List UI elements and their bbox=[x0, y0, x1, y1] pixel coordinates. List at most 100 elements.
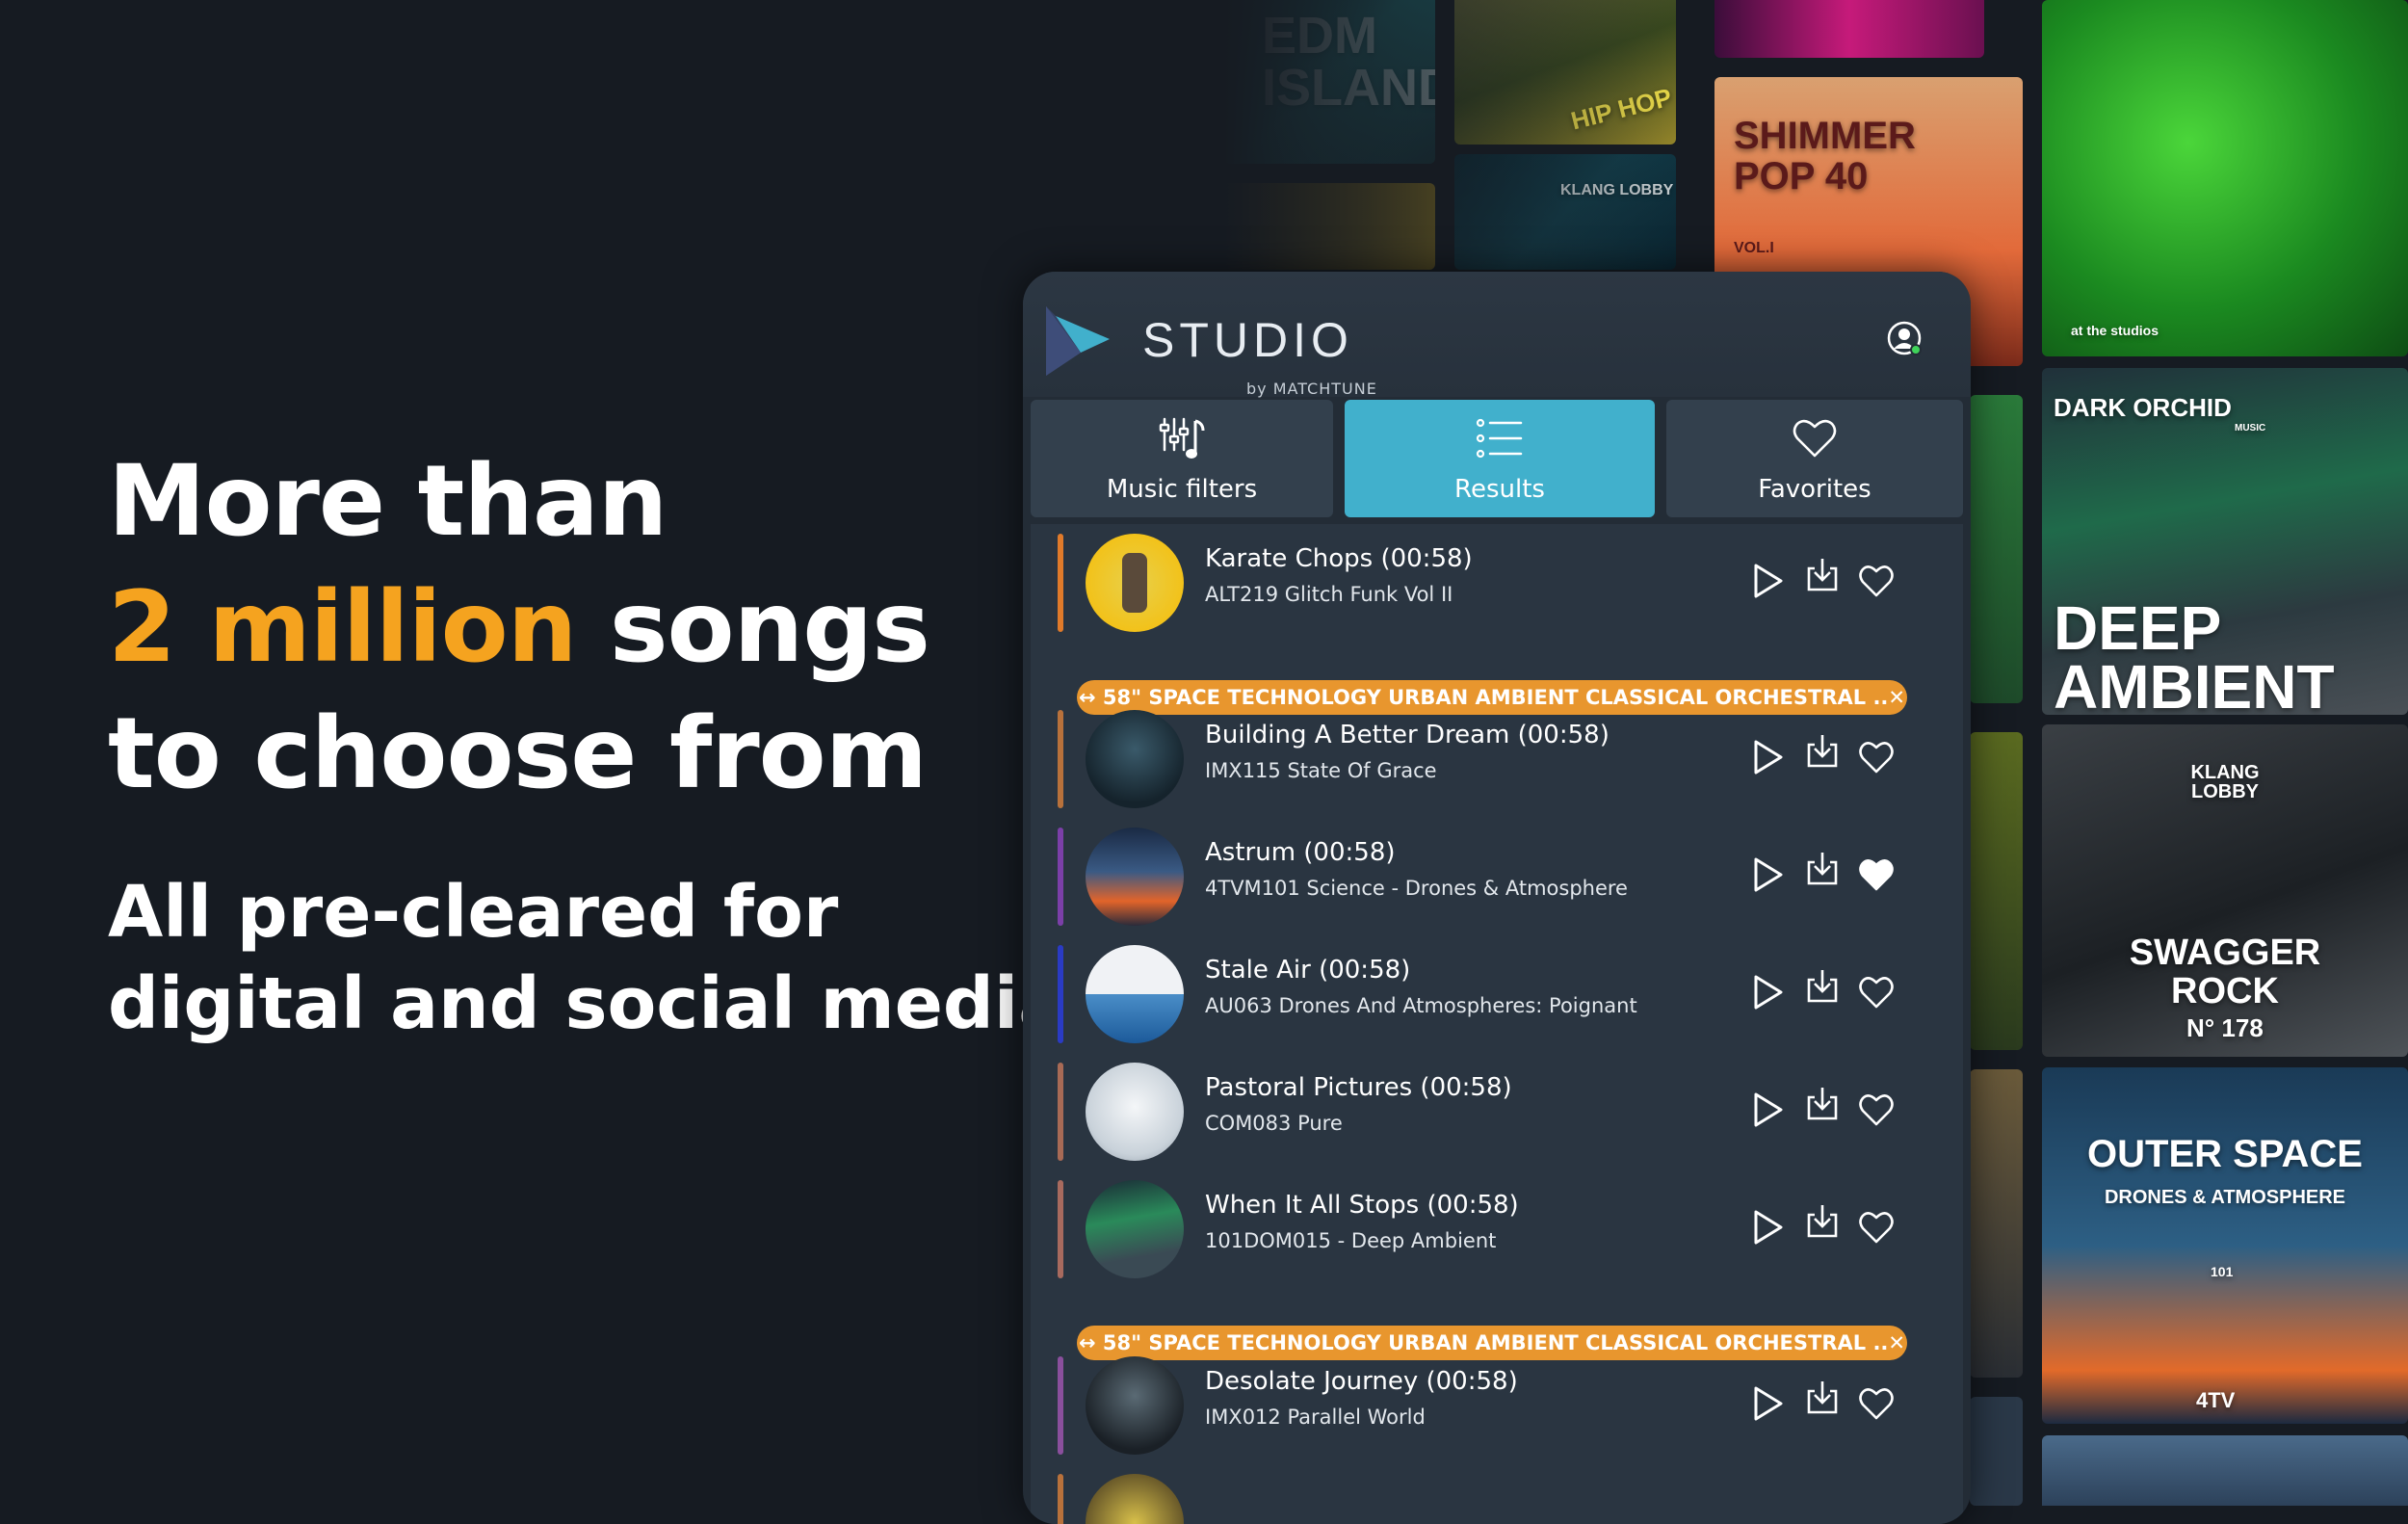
album-tile-yellow bbox=[1223, 183, 1435, 270]
subheadline-line-1: All pre-cleared for bbox=[108, 871, 839, 954]
album-tile-strip-1 bbox=[1970, 395, 2023, 703]
track-row[interactable]: Astrum (00:58) 4TVM101 Science - Drones … bbox=[1031, 818, 1963, 926]
track-title: Building A Better Dream (00:58) bbox=[1205, 721, 1610, 749]
track-album: 101DOM015 - Deep Ambient bbox=[1205, 1229, 1497, 1252]
track-color-bar bbox=[1058, 828, 1063, 926]
studio-logo[interactable]: STUDIO by MATCHTUNE bbox=[1042, 295, 1948, 398]
tab-favorites[interactable]: Favorites bbox=[1666, 400, 1963, 517]
favorite-heart-icon[interactable] bbox=[1857, 1384, 1896, 1423]
subheadline-line-2: digital and social media bbox=[108, 962, 1067, 1045]
track-album: ALT219 Glitch Funk Vol II bbox=[1205, 583, 1453, 606]
list-icon bbox=[1476, 418, 1523, 459]
tile-label: VOL.I bbox=[1734, 240, 1774, 256]
album-tile-edm: EDM Island bbox=[1223, 0, 1435, 164]
download-icon[interactable] bbox=[1803, 966, 1842, 1005]
favorite-heart-icon[interactable] bbox=[1857, 1208, 1896, 1247]
studio-app-panel: STUDIO by MATCHTUNE Music filters Result… bbox=[1023, 272, 1971, 1524]
heart-icon bbox=[1793, 419, 1837, 458]
album-tile-strip-3 bbox=[1970, 1069, 2023, 1378]
headline-highlight: 2 million bbox=[108, 570, 577, 685]
track-color-bar bbox=[1058, 534, 1063, 632]
track-title: When It All Stops (00:58) bbox=[1205, 1191, 1519, 1220]
play-icon[interactable] bbox=[1748, 855, 1787, 894]
track-color-bar bbox=[1058, 1474, 1063, 1524]
album-cover bbox=[1086, 534, 1184, 632]
album-tile-strip-4 bbox=[1970, 1397, 2023, 1506]
album-tile-pink bbox=[1714, 0, 1984, 58]
tile-label: DEEP AMBIENT bbox=[2054, 593, 2335, 715]
headline: More than 2 million songs to choose from bbox=[108, 438, 1071, 817]
favorite-heart-icon[interactable] bbox=[1857, 562, 1896, 600]
album-cover bbox=[1086, 1356, 1184, 1455]
track-color-bar bbox=[1058, 1356, 1063, 1455]
tab-label: Results bbox=[1454, 475, 1545, 504]
track-album: IMX012 Parallel World bbox=[1205, 1406, 1426, 1429]
album-tile-swagger: KLANG LOBBY SWAGGER ROCK N° 178 bbox=[2042, 724, 2408, 1057]
download-icon[interactable] bbox=[1803, 731, 1842, 770]
download-icon[interactable] bbox=[1803, 849, 1842, 887]
track-row[interactable]: Desolate Journey (00:58) IMX012 Parallel… bbox=[1031, 1347, 1963, 1455]
favorite-heart-icon[interactable] bbox=[1857, 1090, 1896, 1129]
track-color-bar bbox=[1058, 945, 1063, 1043]
favorite-heart-icon[interactable] bbox=[1857, 738, 1896, 776]
download-icon[interactable] bbox=[1803, 555, 1842, 593]
album-cover bbox=[1086, 945, 1184, 1043]
tile-label: MUSIC bbox=[2235, 423, 2266, 434]
track-color-bar bbox=[1058, 1180, 1063, 1278]
tile-label: SWAGGER ROCK bbox=[2129, 933, 2321, 1012]
main-tabs: Music filters Results Favorites bbox=[1031, 400, 1963, 520]
hero-copy: More than 2 million songs to choose from… bbox=[108, 438, 1071, 1050]
track-color-bar bbox=[1058, 1063, 1063, 1161]
favorite-heart-icon[interactable] bbox=[1857, 973, 1896, 1012]
track-row[interactable]: Karate Chops (00:58) ALT219 Glitch Funk … bbox=[1031, 524, 1963, 632]
tab-music-filters[interactable]: Music filters bbox=[1031, 400, 1333, 517]
album-cover bbox=[1086, 710, 1184, 808]
album-cover bbox=[1086, 828, 1184, 926]
tile-label: at the studios bbox=[2071, 323, 2159, 338]
favorite-heart-filled-icon[interactable] bbox=[1857, 855, 1896, 894]
download-icon[interactable] bbox=[1803, 1084, 1842, 1122]
track-row[interactable]: Building A Better Dream (00:58) IMX115 S… bbox=[1031, 700, 1963, 808]
track-title: Karate Chops (00:58) bbox=[1205, 544, 1473, 573]
tab-label: Music filters bbox=[1106, 475, 1258, 504]
play-icon[interactable] bbox=[1748, 973, 1787, 1012]
tile-label: OUTER SPACE bbox=[2087, 1133, 2363, 1175]
tile-label: HIP HOP bbox=[1567, 82, 1675, 136]
headline-line-1: More than bbox=[108, 444, 667, 559]
album-tile-bottom-klang bbox=[2042, 1435, 2408, 1506]
track-row[interactable]: Pastoral Pictures (00:58) COM083 Pure bbox=[1031, 1053, 1963, 1161]
track-title: Stale Air (00:58) bbox=[1205, 956, 1411, 985]
track-row[interactable]: Stale Air (00:58) AU063 Drones And Atmos… bbox=[1031, 935, 1963, 1043]
track-title: Desolate Journey (00:58) bbox=[1205, 1367, 1518, 1396]
play-icon[interactable] bbox=[1748, 1090, 1787, 1129]
tile-label: SHIMMER POP 40 bbox=[1734, 115, 1916, 197]
track-color-bar bbox=[1058, 710, 1063, 808]
track-row-partial[interactable] bbox=[1031, 1464, 1963, 1524]
user-avatar-icon[interactable] bbox=[1886, 320, 1923, 356]
play-icon[interactable] bbox=[1748, 1208, 1787, 1247]
album-cover bbox=[1086, 1063, 1184, 1161]
music-filters-icon bbox=[1159, 417, 1205, 459]
tab-results[interactable]: Results bbox=[1345, 400, 1655, 517]
album-cover bbox=[1086, 1474, 1184, 1524]
play-icon[interactable] bbox=[1748, 562, 1787, 600]
studio-logo-icon bbox=[1046, 306, 1110, 376]
headline-line-2: 2 million songs bbox=[108, 565, 1071, 691]
logo-byline: by MATCHTUNE bbox=[1246, 380, 1377, 398]
album-tile-dark-orchid: DARK ORCHID MUSIC DEEP AMBIENT bbox=[2042, 368, 2408, 715]
tile-label: N° 178 bbox=[2186, 1013, 2264, 1042]
tile-label: KLANG LOBBY bbox=[1560, 182, 1674, 198]
album-tile-outer-space: OUTER SPACE DRONES & ATMOSPHERE 101 4TV bbox=[2042, 1067, 2408, 1424]
album-tile-teal-lobby: KLANG LOBBY bbox=[1454, 154, 1676, 270]
track-title: Pastoral Pictures (00:58) bbox=[1205, 1073, 1512, 1102]
track-row[interactable]: When It All Stops (00:58) 101DOM015 - De… bbox=[1031, 1170, 1963, 1278]
album-cover bbox=[1086, 1180, 1184, 1278]
album-tile-strip-2 bbox=[1970, 732, 2023, 1050]
download-icon[interactable] bbox=[1803, 1378, 1842, 1416]
play-icon[interactable] bbox=[1748, 1384, 1787, 1423]
track-album: IMX115 State Of Grace bbox=[1205, 759, 1437, 782]
tile-label: 101 bbox=[2211, 1264, 2234, 1279]
download-icon[interactable] bbox=[1803, 1201, 1842, 1240]
play-icon[interactable] bbox=[1748, 738, 1787, 776]
app-header: STUDIO by MATCHTUNE bbox=[1023, 272, 1971, 398]
